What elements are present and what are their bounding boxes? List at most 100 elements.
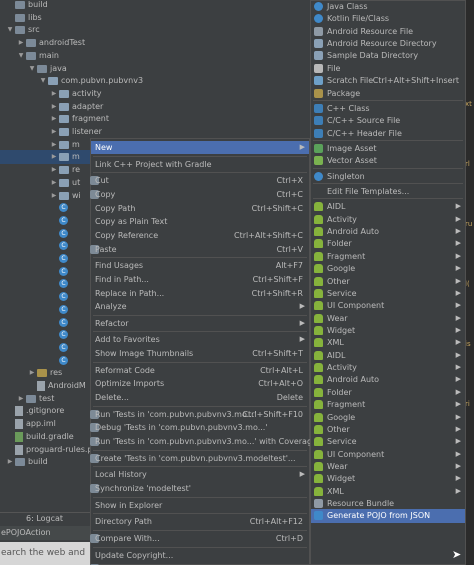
menu-item-local-history[interactable]: Local History ▶ — [91, 468, 309, 481]
tree-class-item[interactable]: C — [58, 215, 71, 227]
tree-item-libs[interactable]: libs — [6, 12, 42, 24]
menu-item-compare-with[interactable]: Compare With... Ctrl+D — [90, 532, 309, 545]
tree-item-androidtest[interactable]: ▶ androidTest — [17, 37, 85, 49]
submenu-item-vector-asset[interactable]: Vector Asset — [311, 154, 465, 167]
tree-class-item[interactable]: C — [58, 228, 71, 240]
taskbar-search-box[interactable]: earch the web and — [0, 542, 90, 565]
tree-item-re[interactable]: ▶ re — [50, 164, 80, 176]
android-icon — [314, 375, 323, 385]
tree-item-test[interactable]: ▶ test — [17, 393, 54, 405]
menu-item-analyze[interactable]: Analyze ▶ — [91, 300, 309, 313]
tree-class-item[interactable]: C — [58, 278, 71, 290]
menu-item-update-copyright[interactable]: Update Copyright... — [91, 549, 309, 562]
menu-item-copy-reference[interactable]: Copy Reference Ctrl+Alt+Shift+C — [91, 229, 309, 242]
tree-item-wi[interactable]: ▶ wi — [50, 190, 81, 202]
tree-item-activity[interactable]: ▶ activity — [50, 88, 102, 100]
tree-expand-arrow-icon[interactable]: ▼ — [28, 63, 36, 75]
menu-item-reformat-code[interactable]: Reformat Code Ctrl+Alt+L — [91, 364, 309, 377]
tree-expand-arrow-icon[interactable]: ▶ — [50, 101, 58, 113]
tree-class-item[interactable]: C — [58, 317, 71, 329]
submenu-arrow-icon: ▶ — [455, 363, 461, 372]
tree-class-item[interactable]: C — [58, 342, 71, 354]
logcat-tab[interactable]: 6: Logcat — [26, 514, 63, 523]
tree-class-item[interactable]: C — [58, 304, 71, 316]
tree-class-item[interactable]: C — [58, 355, 71, 367]
menu-item-find-usages[interactable]: Find Usages Alt+F7 — [91, 259, 309, 272]
tree-expand-arrow-icon[interactable]: ▶ — [50, 88, 58, 100]
tree-item-proguard-rules-pr[interactable]: proguard-rules.pr — [6, 444, 96, 456]
submenu-arrow-icon: ▶ — [299, 470, 305, 479]
tree-class-item[interactable]: C — [58, 329, 71, 341]
tree-class-item[interactable]: C — [58, 202, 71, 214]
tree-item-androidm[interactable]: AndroidM — [28, 380, 86, 392]
menu-item-link-c-project-with-gradle[interactable]: Link C++ Project with Gradle — [91, 158, 309, 171]
menu-item-copy[interactable]: Copy Ctrl+C — [90, 188, 309, 201]
tree-expand-arrow-icon[interactable]: ▶ — [50, 126, 58, 138]
menu-item-synchronize-modeltest[interactable]: Synchronize 'modeltest' — [90, 482, 309, 495]
menu-item-add-to-favorites[interactable]: Add to Favorites ▶ — [91, 333, 309, 346]
menu-item-paste[interactable]: Paste Ctrl+V — [90, 243, 309, 256]
menu-item-find-in-path[interactable]: Find in Path... Ctrl+Shift+F — [91, 273, 309, 286]
tree-item-m[interactable]: ▶ m — [50, 139, 80, 151]
tree-expand-arrow-icon[interactable]: ▶ — [50, 139, 58, 151]
tree-item-res[interactable]: ▶ res — [28, 367, 62, 379]
submenu-item-wear[interactable]: Wear ▶ — [311, 312, 465, 325]
menu-item-delete[interactable]: Delete... Delete — [91, 391, 309, 404]
tree-expand-arrow-icon[interactable]: ▶ — [28, 367, 36, 379]
submenu-arrow-icon: ▶ — [455, 437, 461, 446]
android-icon — [314, 202, 323, 212]
menu-separator — [93, 546, 307, 548]
tree-item-m[interactable]: ▶ m — [50, 151, 80, 163]
menu-item-replace-in-path[interactable]: Replace in Path... Ctrl+Shift+R — [91, 287, 309, 300]
tree-class-item[interactable]: C — [58, 253, 71, 265]
tree-expand-arrow-icon[interactable]: ▶ — [50, 151, 58, 163]
menu-item-directory-path[interactable]: Directory Path Ctrl+Alt+F12 — [91, 515, 309, 528]
tree-expand-arrow-icon[interactable]: ▶ — [17, 37, 25, 49]
tree-item-ut[interactable]: ▶ ut — [50, 177, 80, 189]
res-icon — [314, 499, 323, 509]
tree-expand-arrow-icon[interactable]: ▼ — [6, 24, 14, 36]
menu-item-new[interactable]: New ▶ — [91, 141, 309, 154]
menu-item-optimize-imports[interactable]: Optimize Imports Ctrl+Alt+O — [91, 377, 309, 390]
tree-expand-arrow-icon[interactable]: ▼ — [17, 50, 25, 62]
tree-expand-arrow-icon[interactable]: ▶ — [17, 393, 25, 405]
menu-item-debug-tests-in-com-pubvn-pubvnv3-mo[interactable]: Debug 'Tests in 'com.pubvn.pubvnv3.mo...… — [90, 421, 309, 434]
menu-item-refactor[interactable]: Refactor ▶ — [91, 317, 309, 330]
menu-item-show-in-explorer[interactable]: Show in Explorer — [91, 499, 309, 512]
tree-item-listener[interactable]: ▶ listener — [50, 126, 102, 138]
submenu-item-c-c-header-file[interactable]: C/C++ Header File — [311, 127, 465, 140]
tree-item-app-iml[interactable]: app.iml — [6, 418, 56, 430]
tree-class-item[interactable]: C — [58, 266, 71, 278]
tree-class-item[interactable]: C — [58, 240, 71, 252]
tree-expand-arrow-icon[interactable]: ▶ — [50, 164, 58, 176]
submenu-item-edit-file-templates[interactable]: Edit File Templates... — [311, 185, 465, 198]
submenu-item-generate-pojo-from-json[interactable]: Generate POJO from JSON — [311, 509, 465, 523]
tree-item-adapter[interactable]: ▶ adapter — [50, 101, 103, 113]
tree-item-com-pubvn-pubvnv3[interactable]: ▼ com.pubvn.pubvnv3 — [39, 75, 143, 87]
submenu-item-package[interactable]: Package — [311, 87, 465, 100]
tree-item-src[interactable]: ▼ src — [6, 24, 40, 36]
menu-item-copy-path[interactable]: Copy Path Ctrl+Shift+C — [91, 202, 309, 215]
tree-item-java[interactable]: ▼ java — [28, 63, 67, 75]
menu-item-run-tests-in-com-pubvn-pubvnv3-mo[interactable]: Run 'Tests in 'com.pubvn.pubvnv3.mo...' C… — [90, 408, 309, 421]
tree-expand-arrow-icon[interactable]: ▶ — [50, 113, 58, 125]
tree-expand-arrow-icon[interactable]: ▶ — [50, 177, 58, 189]
tree-expand-arrow-icon[interactable]: ▶ — [50, 190, 58, 202]
menu-item-show-image-thumbnails[interactable]: Show Image Thumbnails Ctrl+Shift+T — [91, 347, 309, 360]
tree-item-gitignore[interactable]: .gitignore — [6, 405, 64, 417]
menu-item-copy-as-plain-text[interactable]: Copy as Plain Text — [91, 215, 309, 228]
submenu-item-singleton[interactable]: Singleton — [311, 170, 465, 183]
file-icon — [314, 63, 323, 73]
tree-item-build[interactable]: build — [6, 0, 48, 11]
tree-item-main[interactable]: ▼ main — [17, 50, 59, 62]
tree-item-label: m — [72, 139, 80, 149]
tree-item-build[interactable]: ▶ build — [6, 456, 48, 468]
tree-expand-arrow-icon[interactable]: ▶ — [6, 456, 14, 468]
menu-item-cut[interactable]: Cut Ctrl+X — [90, 174, 309, 187]
tree-expand-arrow-icon[interactable]: ▼ — [39, 75, 47, 87]
tree-item-fragment[interactable]: ▶ fragment — [50, 113, 109, 125]
menu-item-run-tests-in-com-pubvn-pubvnv3-mo-with-coverage[interactable]: Run 'Tests in 'com.pubvn.pubvnv3.mo...' … — [90, 435, 317, 448]
tree-item-build-gradle[interactable]: build.gradle — [6, 431, 74, 443]
tree-class-item[interactable]: C — [58, 291, 71, 303]
menu-item-create-tests-in-com-pubvn-pubvnv3-modeltest[interactable]: Create 'Tests in 'com.pubvn.pubvnv3.mode… — [90, 452, 309, 465]
